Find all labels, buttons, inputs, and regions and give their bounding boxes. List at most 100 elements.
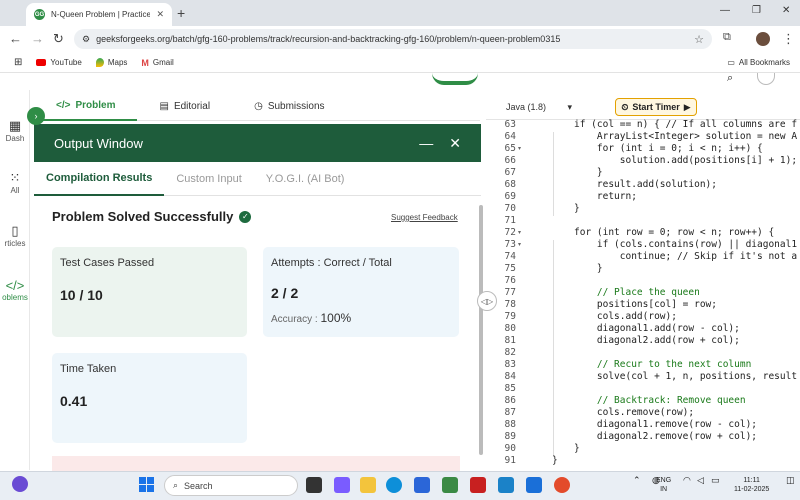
- fold-icon[interactable]: ▾: [518, 227, 521, 239]
- code-line: positions[col] = row;: [574, 299, 717, 310]
- taskbar-search[interactable]: ⌕ Search: [164, 475, 298, 496]
- minimize-icon[interactable]: —: [720, 5, 730, 16]
- output-scrollbar[interactable]: [479, 205, 483, 455]
- tab-close-icon[interactable]: ✕: [156, 9, 164, 20]
- search-icon[interactable]: ⌕: [727, 72, 733, 85]
- battery-icon[interactable]: ▭: [711, 476, 720, 485]
- mail-icon[interactable]: [526, 477, 542, 493]
- mcafee-icon[interactable]: [470, 477, 486, 493]
- rail-item-problems[interactable]: </> oblems: [0, 278, 30, 302]
- site-info-icon[interactable]: ⚙: [82, 34, 90, 45]
- line-number: 72: [504, 227, 516, 238]
- vscode-icon[interactable]: [498, 477, 514, 493]
- maps-icon: [95, 58, 104, 67]
- bookmark-maps[interactable]: Maps: [95, 58, 127, 67]
- volume-icon[interactable]: ◁: [697, 476, 704, 485]
- tab-yogi-ai-bot[interactable]: Y.O.G.I. (AI Bot): [254, 162, 357, 196]
- grid-icon: ⁙: [9, 170, 21, 185]
- close-window-icon[interactable]: ✕: [782, 5, 790, 16]
- start-button[interactable]: [139, 477, 154, 492]
- code-line: solution.add(positions[i] + 1);: [574, 155, 798, 166]
- code-icon: </>: [56, 100, 71, 111]
- copilot-icon[interactable]: [334, 477, 350, 493]
- tab-title: N-Queen Problem | Practice | G: [51, 10, 151, 19]
- rail-item-articles[interactable]: ▯ rticles: [0, 223, 30, 248]
- code-line: // Recur to the next column: [574, 359, 752, 370]
- forward-icon[interactable]: →: [31, 31, 44, 46]
- tab-custom-input[interactable]: Custom Input: [164, 162, 253, 196]
- extensions-icon[interactable]: ⧉: [723, 31, 731, 44]
- tab-compilation-results[interactable]: Compilation Results: [34, 162, 165, 196]
- chrome-icon[interactable]: [554, 477, 570, 493]
- language-select[interactable]: Java (1.8) ▾: [498, 98, 580, 116]
- code-line: cols.add(row);: [574, 311, 677, 322]
- line-number: 86: [504, 395, 516, 406]
- bookmark-youtube[interactable]: YouTube: [36, 58, 82, 67]
- bookmark-star-icon[interactable]: ☆: [694, 33, 704, 46]
- code-line: // Backtrack: Remove queen: [574, 395, 746, 406]
- edge-icon[interactable]: [386, 477, 402, 493]
- attempts-value: 2 / 2: [271, 285, 299, 301]
- panel-resize-handle[interactable]: ◁▷: [477, 291, 497, 311]
- start-timer-button[interactable]: ⏲ Start Timer ▶: [615, 98, 697, 116]
- rail-item-dash[interactable]: ▦ Dash: [0, 118, 30, 143]
- bookmark-gmail[interactable]: M Gmail: [141, 58, 173, 68]
- code-line: // Place the queen: [574, 287, 700, 298]
- clock[interactable]: 11:11 11-02-2025: [734, 476, 769, 494]
- new-tab-icon[interactable]: +: [177, 5, 185, 21]
- dashboard-icon: ▦: [8, 118, 22, 133]
- fold-icon[interactable]: ▾: [518, 143, 521, 155]
- line-number: 66: [504, 155, 516, 166]
- accuracy-value: 100%: [320, 311, 352, 325]
- suggest-feedback-link[interactable]: Suggest Feedback: [391, 213, 458, 222]
- time-taken-card: Time Taken 0.41: [52, 353, 247, 443]
- language-indicator[interactable]: ENG IN: [656, 476, 671, 494]
- line-number: 68: [504, 179, 516, 190]
- menu-icon[interactable]: ⋮: [782, 31, 795, 47]
- app-icon[interactable]: [442, 477, 458, 493]
- tray-overflow-icon[interactable]: ⌃: [633, 476, 641, 485]
- apps-icon[interactable]: ⊞: [14, 57, 22, 68]
- expand-panel-icon[interactable]: ›: [27, 107, 45, 125]
- gfg-logo[interactable]: [432, 73, 478, 85]
- store-icon[interactable]: [414, 477, 430, 493]
- fold-icon[interactable]: ▾: [518, 239, 521, 251]
- address-bar[interactable]: ⚙ geeksforgeeks.org/batch/gfg-160-proble…: [74, 29, 712, 49]
- book-icon: ▯: [11, 223, 19, 238]
- url-text: geeksforgeeks.org/batch/gfg-160-problems…: [96, 34, 561, 44]
- code-line: if (col == n) { // If all columns are f: [574, 119, 798, 130]
- line-number: 85: [504, 383, 516, 394]
- code-line: diagonal2.remove(row + col);: [574, 431, 758, 442]
- search-icon: ⌕: [173, 480, 179, 490]
- all-bookmarks[interactable]: ▭ All Bookmarks: [727, 58, 790, 67]
- line-number: 83: [504, 359, 516, 370]
- wifi-icon[interactable]: ◠: [683, 476, 691, 485]
- maximize-icon[interactable]: ❐: [752, 5, 761, 16]
- widgets-icon[interactable]: [12, 476, 28, 492]
- file-explorer-icon[interactable]: [360, 477, 376, 493]
- rail-item-all[interactable]: ⁙ All: [0, 170, 30, 195]
- profile-avatar[interactable]: [756, 32, 770, 46]
- code-line: ArrayList<Integer> solution = new A: [574, 131, 798, 142]
- code-line: diagonal1.remove(row - col);: [574, 419, 758, 430]
- line-number: 63: [504, 119, 516, 130]
- task-view-icon[interactable]: [306, 477, 322, 493]
- tab-problem[interactable]: </> Problem: [34, 93, 138, 121]
- notifications-icon[interactable]: ◫: [786, 476, 795, 485]
- code-line: if (cols.contains(row) || diagonal1: [574, 239, 798, 250]
- line-number: 76: [504, 275, 516, 286]
- back-icon[interactable]: ←: [9, 31, 22, 46]
- browser-tab[interactable]: GG N-Queen Problem | Practice | G ✕: [26, 3, 172, 26]
- clock-icon: ◷: [254, 101, 263, 112]
- tab-submissions[interactable]: ◷ Submissions: [232, 93, 346, 121]
- code-line: }: [574, 443, 580, 454]
- test-cases-label: Test Cases Passed: [60, 257, 155, 269]
- line-number: 80: [504, 323, 516, 334]
- line-number: 65: [504, 143, 516, 154]
- indent-guide: [553, 132, 554, 216]
- status-message: Problem Solved Successfully ✓: [52, 209, 252, 224]
- reload-icon[interactable]: ↻: [53, 31, 64, 47]
- tab-editorial[interactable]: ▤ Editorial: [137, 93, 232, 121]
- close-panel-icon[interactable]: ✕: [449, 135, 461, 152]
- minimize-panel-icon[interactable]: —: [419, 135, 433, 152]
